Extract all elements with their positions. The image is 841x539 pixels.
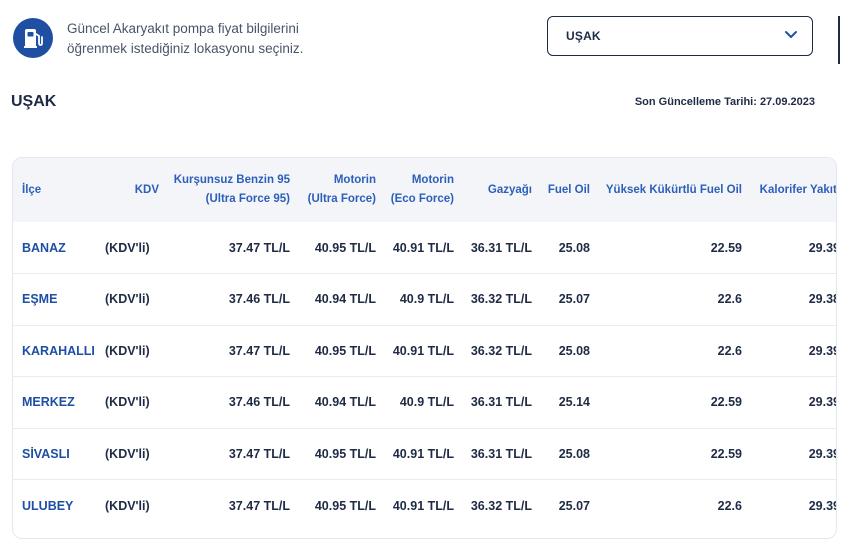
- price-cell: 36.32 TL/L: [470, 292, 532, 307]
- price-cell: 36.31 TL/L: [470, 446, 532, 461]
- price-cell: 25.08: [558, 240, 590, 255]
- column-header-yuksek-kukurtlu: Yüksek Kükürtlü Fuel Oil: [605, 183, 742, 196]
- city-title: UŞAK: [11, 93, 57, 110]
- kdv-cell: (KDV'li): [105, 292, 150, 307]
- price-cell: 40.94 TL/L: [314, 292, 376, 307]
- price-cell: 37.47 TL/L: [228, 446, 290, 461]
- price-cell: 37.47 TL/L: [228, 240, 290, 255]
- column-header-kdv: KDV: [134, 183, 159, 196]
- table-row: EŞME (KDV'li) 37.46 TL/L 40.94 TL/L 40.9…: [13, 273, 837, 326]
- price-cell: 25.14: [558, 395, 590, 410]
- kdv-cell: (KDV'li): [105, 395, 150, 410]
- column-header-fuel-oil: Fuel Oil: [547, 183, 590, 196]
- district-link[interactable]: ULUBEY: [13, 480, 97, 532]
- price-cell: 36.32 TL/L: [470, 498, 532, 513]
- price-cell: 40.9 TL/L: [399, 395, 454, 410]
- table-row: MERKEZ (KDV'li) 37.46 TL/L 40.94 TL/L 40…: [13, 376, 837, 429]
- price-cell: 22.6: [717, 292, 742, 307]
- column-header-motorin-eco: Motorin (Eco Force): [390, 174, 454, 205]
- price-cell: 29.39: [808, 446, 837, 461]
- table-header-row: İlçe KDV Kurşunsuz Benzin 95 (Ultra Force…: [13, 158, 837, 222]
- price-cell: 37.46 TL/L: [228, 292, 290, 307]
- district-link[interactable]: SİVASLI: [13, 428, 97, 480]
- price-cell: 25.08: [558, 343, 590, 358]
- price-cell: 40.95 TL/L: [314, 240, 376, 255]
- price-cell: 36.31 TL/L: [470, 240, 532, 255]
- price-cell: 22.59: [710, 240, 742, 255]
- district-link[interactable]: BANAZ: [13, 222, 97, 274]
- district-link[interactable]: MERKEZ: [13, 377, 97, 429]
- location-intro-text: Güncel Akaryakıt pompa fiyat bilgilerini…: [67, 19, 367, 59]
- last-updated-date: Son Güncelleme Tarihi: 27.09.2023: [634, 96, 815, 108]
- price-cell: 29.39: [808, 395, 837, 410]
- price-cell: 22.59: [710, 446, 742, 461]
- fuel-price-table: İlçe KDV Kurşunsuz Benzin 95 (Ultra Force…: [12, 157, 837, 539]
- price-cell: 37.47 TL/L: [228, 343, 290, 358]
- column-header-kursunsuz-benzin: Kurşunsuz Benzin 95 (Ultra Force 95): [173, 174, 290, 205]
- price-cell: 25.07: [558, 292, 590, 307]
- price-cell: 37.47 TL/L: [228, 498, 290, 513]
- kdv-cell: (KDV'li): [105, 498, 150, 513]
- price-cell: 25.08: [558, 446, 590, 461]
- price-cell: 22.59: [710, 395, 742, 410]
- district-link[interactable]: EŞME: [13, 274, 97, 326]
- column-header-kalorifer: Kalorifer Yakıtı: [759, 183, 837, 196]
- price-cell: 40.91 TL/L: [392, 240, 454, 255]
- kdv-cell: (KDV'li): [105, 343, 150, 358]
- kdv-cell: (KDV'li): [105, 240, 150, 255]
- price-cell: 29.39: [808, 498, 837, 513]
- price-cell: 29.39: [808, 343, 837, 358]
- district-link[interactable]: KARAHALLI: [13, 325, 97, 377]
- price-cell: 40.95 TL/L: [314, 446, 376, 461]
- price-cell: 22.6: [717, 343, 742, 358]
- price-cell: 29.38: [808, 292, 837, 307]
- table-row: KARAHALLI (KDV'li) 37.47 TL/L 40.95 TL/L…: [13, 325, 837, 377]
- price-cell: 40.91 TL/L: [392, 343, 454, 358]
- price-cell: 36.32 TL/L: [470, 343, 532, 358]
- price-cell: 36.31 TL/L: [470, 395, 532, 410]
- intro-line-1: Güncel Akaryakıt pompa fiyat bilgilerini: [67, 21, 299, 36]
- price-cell: 29.39: [808, 240, 837, 255]
- fuel-pump-icon: [13, 18, 53, 58]
- chevron-down-icon: [784, 27, 798, 45]
- location-select[interactable]: UŞAK: [547, 16, 813, 56]
- price-cell: 40.95 TL/L: [314, 343, 376, 358]
- column-header-gazyagi: Gazyağı: [487, 183, 532, 196]
- intro-line-2: öğrenmek istediğiniz lokasyonu seçiniz.: [67, 41, 304, 56]
- price-cell: 22.6: [717, 498, 742, 513]
- price-cell: 40.95 TL/L: [314, 498, 376, 513]
- kdv-cell: (KDV'li): [105, 446, 150, 461]
- price-cell: 40.91 TL/L: [392, 498, 454, 513]
- price-cell: 40.94 TL/L: [314, 395, 376, 410]
- price-cell: 25.07: [558, 498, 590, 513]
- table-row: SİVASLI (KDV'li) 37.47 TL/L 40.95 TL/L 4…: [13, 428, 837, 480]
- selected-location: UŞAK: [566, 29, 601, 43]
- table-row: ULUBEY (KDV'li) 37.47 TL/L 40.95 TL/L 40…: [13, 479, 837, 532]
- price-cell: 40.9 TL/L: [399, 292, 454, 307]
- divider: [838, 16, 840, 64]
- price-cell: 37.46 TL/L: [228, 395, 290, 410]
- price-cell: 40.91 TL/L: [392, 446, 454, 461]
- table-row: BANAZ (KDV'li) 37.47 TL/L 40.95 TL/L 40.…: [13, 222, 837, 274]
- column-header-ilce: İlçe: [22, 183, 42, 196]
- location-header: Güncel Akaryakıt pompa fiyat bilgilerini…: [0, 0, 841, 80]
- column-header-motorin-ultra: Motorin (Ultra Force): [307, 174, 376, 205]
